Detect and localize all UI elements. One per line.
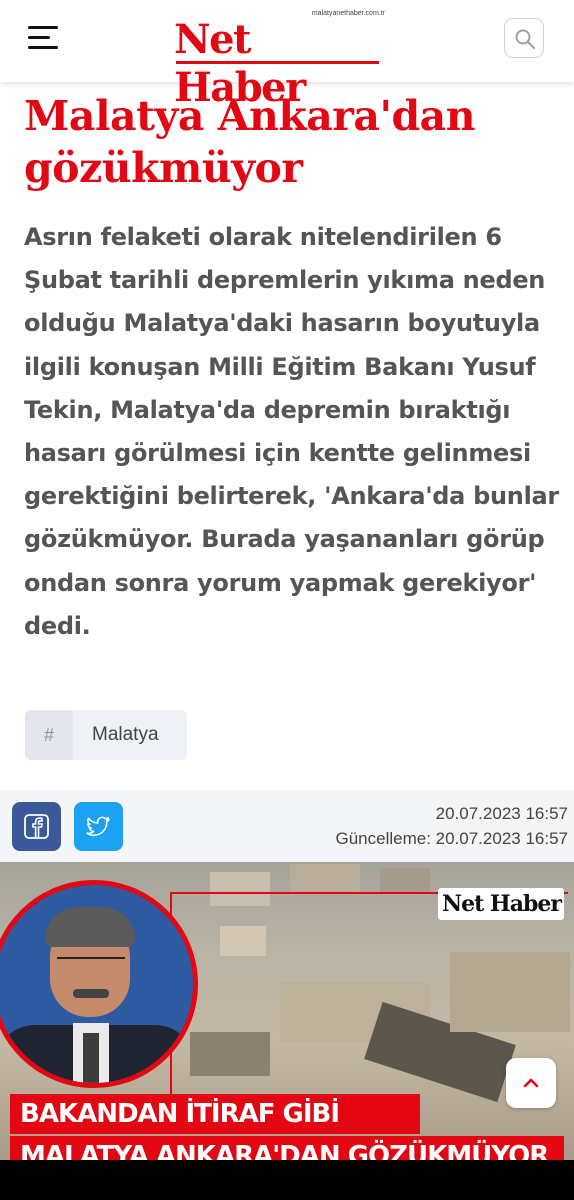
publish-date: 20.07.2023 16:57 [435, 804, 568, 823]
logo-text: Net Haber [174, 16, 306, 111]
article-image: Net Haber BAKANDAN İTİRAF GİBİ AÇIKLAMA … [0, 862, 574, 1160]
article-lead: Asrın felaketi olarak nitelendirilen 6 Ş… [24, 223, 559, 640]
hash-icon: # [25, 710, 73, 760]
hamburger-menu-icon[interactable] [28, 26, 60, 50]
image-banner-line1: BAKANDAN İTİRAF GİBİ AÇIKLAMA [10, 1094, 420, 1160]
chevron-up-icon [523, 1078, 539, 1088]
logo-underline [176, 61, 379, 64]
scroll-top-button[interactable] [506, 1058, 556, 1108]
search-icon [515, 29, 535, 49]
site-header: malatyanethaber.com.tr Net Haber [0, 0, 574, 111]
updated-date: Güncelleme: 20.07.2023 16:57 [335, 829, 568, 848]
system-bottom-bar [0, 1160, 574, 1200]
search-button[interactable] [504, 18, 544, 58]
tag-malatya[interactable]: # Malatya [25, 710, 187, 760]
image-banner-line2: MALATYA ANKARA'DAN GÖZÜKMÜYOR [10, 1136, 564, 1160]
site-logo[interactable]: malatyanethaber.com.tr Net Haber [170, 10, 385, 111]
image-watermark: Net Haber [438, 888, 564, 920]
facebook-share-button[interactable] [12, 802, 61, 851]
twitter-share-button[interactable] [74, 802, 123, 851]
tag-label: Malatya [92, 724, 159, 745]
facebook-icon [24, 814, 49, 839]
minister-portrait [0, 880, 198, 1088]
twitter-icon [86, 816, 110, 837]
share-bar: 20.07.2023 16:57 Güncelleme: 20.07.2023 … [0, 790, 574, 862]
